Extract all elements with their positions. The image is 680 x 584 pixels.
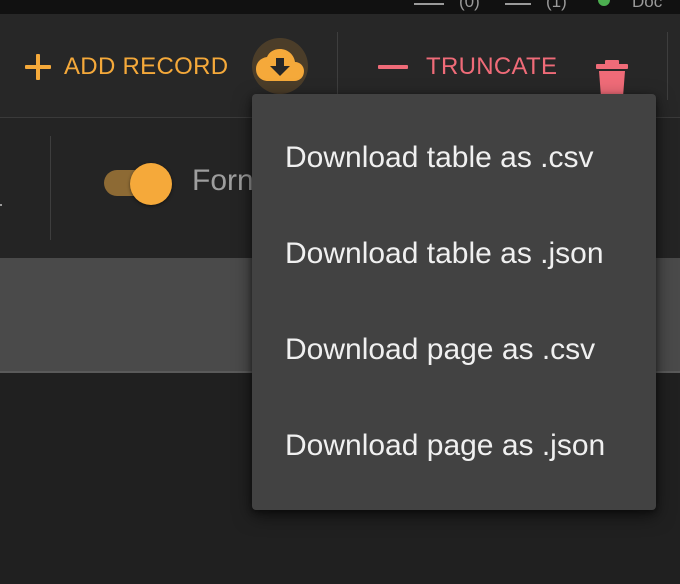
toolbar-divider-right <box>667 32 668 100</box>
plus-icon <box>24 53 52 81</box>
list-icon <box>414 0 444 5</box>
status-count-b: (1) <box>546 0 567 11</box>
add-record-button[interactable]: ADD RECORD <box>24 50 228 84</box>
app-root: (0) (1) Doc ADD RECORD TRUNCATE Forn Dow… <box>0 0 680 584</box>
cloud-download-icon <box>256 49 304 81</box>
status-count-a: (0) <box>459 0 480 11</box>
status-indicator-icon <box>598 0 610 6</box>
format-toggle-knob[interactable] <box>130 163 172 205</box>
format-toggle-label: Forn <box>192 164 254 197</box>
menu-item-download-page-json[interactable]: Download page as .json <box>252 398 656 494</box>
download-button[interactable] <box>252 38 308 94</box>
toolbar-divider <box>337 32 338 100</box>
add-record-label: ADD RECORD <box>64 53 229 80</box>
minus-icon <box>378 65 408 69</box>
row-marker <box>0 204 2 206</box>
status-bar: (0) (1) Doc <box>0 0 680 14</box>
truncate-label: TRUNCATE <box>426 53 558 80</box>
download-menu: Download table as .csv Download table as… <box>252 94 656 510</box>
menu-item-download-page-csv[interactable]: Download page as .csv <box>252 302 656 398</box>
menu-item-download-table-json[interactable]: Download table as .json <box>252 206 656 302</box>
truncate-button[interactable]: TRUNCATE <box>378 50 557 84</box>
status-label: Doc <box>632 0 663 11</box>
menu-icon <box>505 0 531 5</box>
options-divider <box>50 136 51 240</box>
menu-item-download-table-csv[interactable]: Download table as .csv <box>252 110 656 206</box>
